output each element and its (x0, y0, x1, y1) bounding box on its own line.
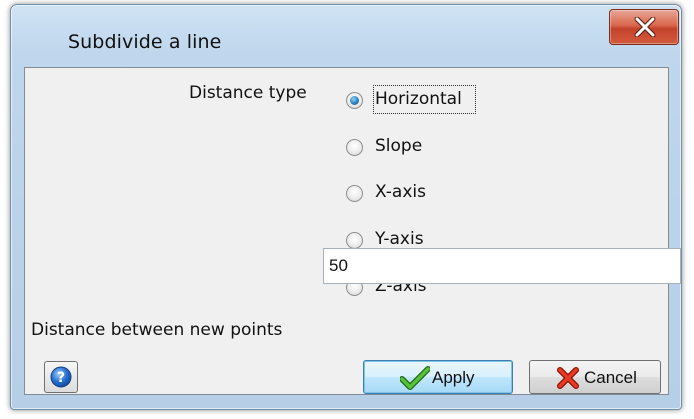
radio-label-x-axis[interactable]: X-axis (375, 182, 426, 202)
cancel-button[interactable]: Cancel (529, 360, 661, 394)
distance-label: Distance between new points (31, 320, 283, 340)
radio-y-axis[interactable] (346, 232, 363, 249)
close-button[interactable] (609, 9, 679, 45)
radio-label-y-axis[interactable]: Y-axis (375, 229, 424, 249)
radio-x-axis[interactable] (346, 185, 363, 202)
cancel-x-icon (557, 367, 579, 389)
radio-label-slope[interactable]: Slope (375, 136, 422, 156)
focus-rectangle (373, 85, 476, 114)
cancel-button-label: Cancel (584, 368, 637, 387)
apply-button-label: Apply (432, 368, 475, 387)
radio-horizontal[interactable] (346, 92, 363, 109)
svg-text:?: ? (57, 370, 65, 386)
help-button[interactable]: ? (44, 361, 78, 393)
distance-input[interactable] (323, 248, 681, 284)
radio-slope[interactable] (346, 139, 363, 156)
apply-button[interactable]: Apply (363, 360, 513, 394)
close-icon (634, 17, 656, 37)
window-title: Subdivide a line (68, 31, 222, 53)
distance-type-label: Distance type (189, 83, 307, 103)
dialog-window: Subdivide a line Distance type Horizonta… (10, 4, 682, 410)
help-icon: ? (50, 366, 72, 388)
dialog-content: Distance type Horizontal Slope X-axis Y-… (24, 67, 669, 395)
checkmark-icon (400, 366, 430, 390)
